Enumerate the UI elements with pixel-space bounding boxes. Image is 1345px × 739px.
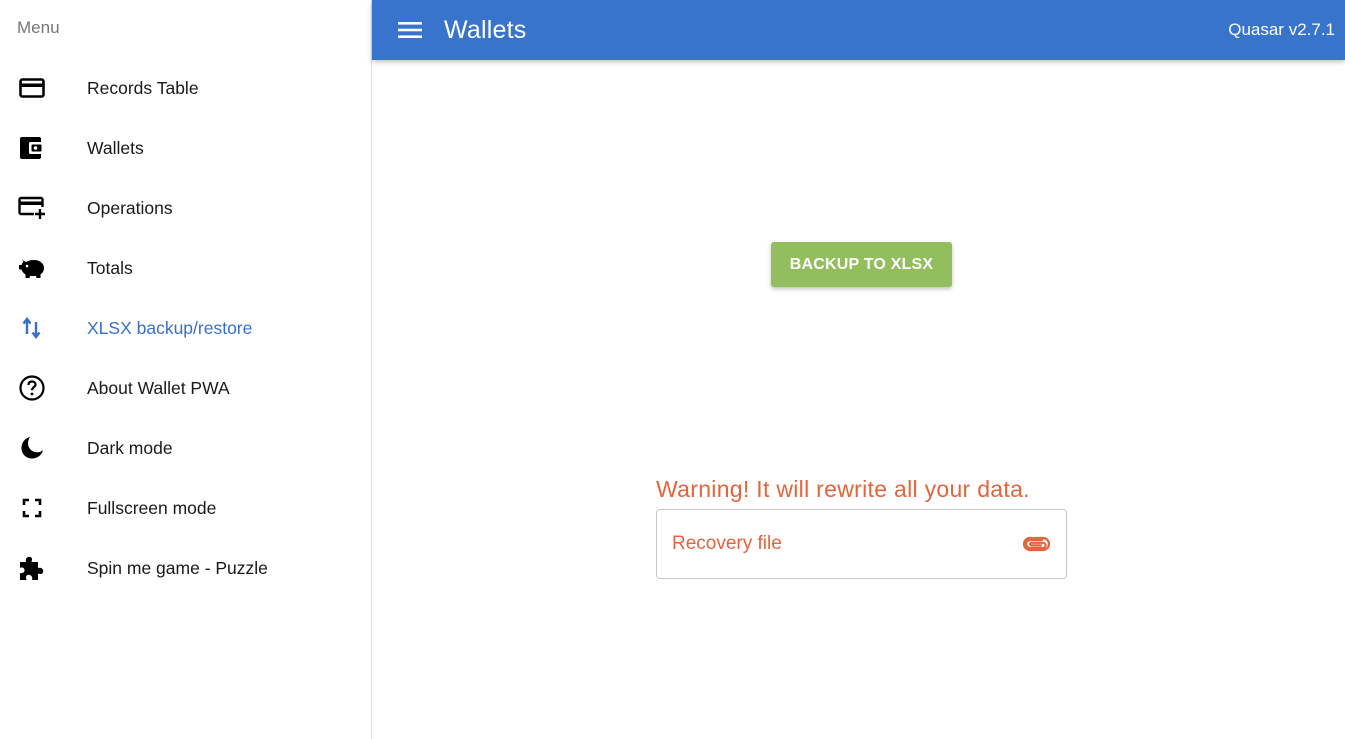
sidebar-item-label: XLSX backup/restore bbox=[87, 317, 253, 338]
sidebar-item-puzzle-game[interactable]: Spin me game - Puzzle bbox=[0, 538, 371, 598]
sidebar-item-fullscreen[interactable]: Fullscreen mode bbox=[0, 478, 371, 538]
sidebar-item-dark-mode[interactable]: Dark mode bbox=[0, 418, 371, 478]
sidebar-item-label: Fullscreen mode bbox=[87, 497, 217, 518]
moon-icon bbox=[18, 434, 46, 462]
sidebar-item-label: Records Table bbox=[87, 77, 199, 98]
piggy-bank-icon bbox=[18, 254, 46, 282]
menu-toggle-button[interactable] bbox=[396, 16, 424, 44]
backup-to-xlsx-button[interactable]: BACKUP TO XLSX bbox=[771, 242, 952, 287]
recovery-file-input[interactable]: Recovery file bbox=[656, 509, 1067, 579]
sidebar-item-records-table[interactable]: Records Table bbox=[0, 58, 371, 118]
hamburger-menu-icon bbox=[398, 22, 422, 38]
sidebar-item-label: About Wallet PWA bbox=[87, 377, 230, 398]
swap-vert-icon bbox=[18, 314, 46, 342]
sidebar-item-label: Operations bbox=[87, 197, 173, 218]
wallet-icon bbox=[18, 134, 46, 162]
menu-list: Records Table Wallets Operations Totals bbox=[0, 56, 371, 598]
page-title: Wallets bbox=[444, 15, 527, 44]
sidebar-item-label: Spin me game - Puzzle bbox=[87, 557, 268, 578]
sidebar-item-wallets[interactable]: Wallets bbox=[0, 118, 371, 178]
fullscreen-icon bbox=[18, 494, 46, 522]
attachment-icon bbox=[1022, 530, 1050, 558]
sidebar-item-operations[interactable]: Operations bbox=[0, 178, 371, 238]
version-label: Quasar v2.7.1 bbox=[1228, 20, 1335, 39]
help-circle-icon bbox=[18, 374, 46, 402]
sidebar-item-xlsx-backup-restore[interactable]: XLSX backup/restore bbox=[0, 298, 371, 358]
puzzle-icon bbox=[18, 554, 46, 582]
app-header: Wallets Quasar v2.7.1 bbox=[372, 0, 1345, 60]
credit-card-icon bbox=[18, 74, 46, 102]
sidebar-item-about[interactable]: About Wallet PWA bbox=[0, 358, 371, 418]
sidebar-item-label: Dark mode bbox=[87, 437, 173, 458]
sidebar-drawer: Menu Records Table Wallets Operations To… bbox=[0, 0, 372, 739]
menu-header: Menu bbox=[17, 18, 60, 37]
recovery-file-placeholder: Recovery file bbox=[672, 533, 782, 554]
add-card-icon bbox=[18, 194, 46, 222]
restore-warning-text: Warning! It will rewrite all your data. bbox=[656, 476, 1030, 502]
sidebar-item-totals[interactable]: Totals bbox=[0, 238, 371, 298]
sidebar-item-label: Totals bbox=[87, 257, 133, 278]
sidebar-item-label: Wallets bbox=[87, 137, 144, 158]
